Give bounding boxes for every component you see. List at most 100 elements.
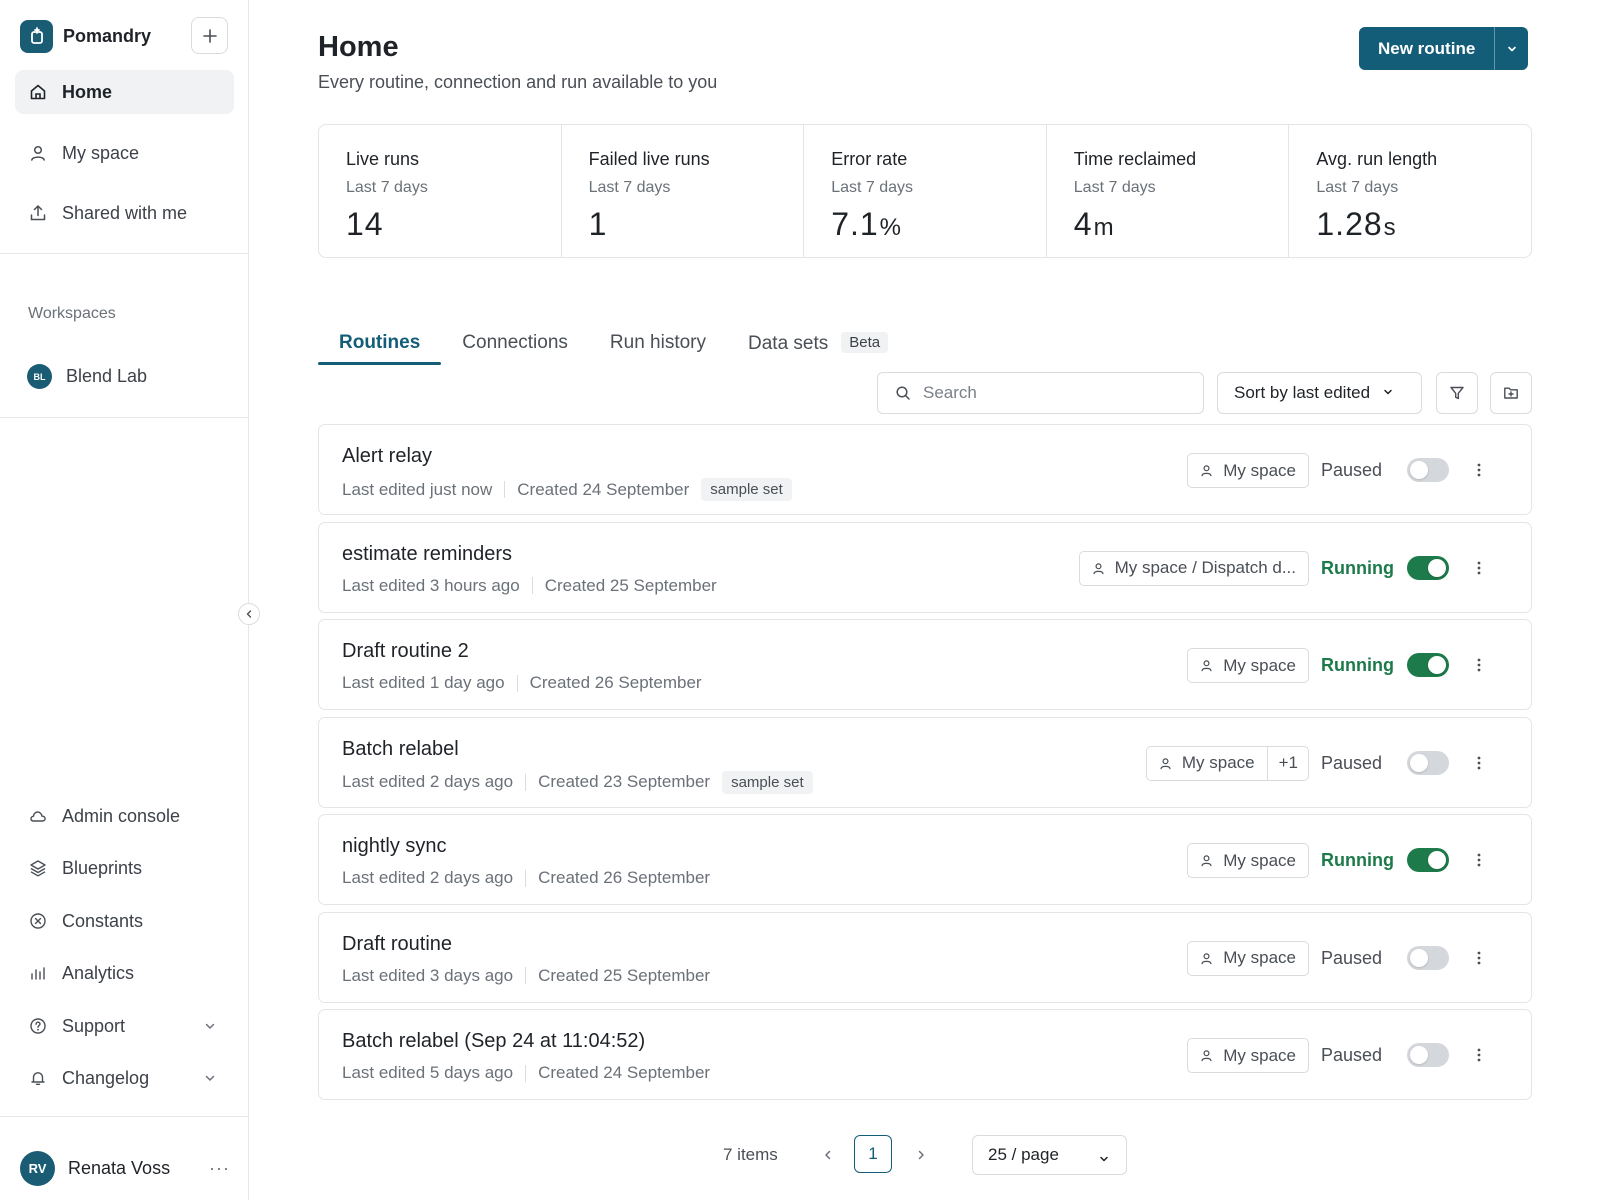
tab-data-sets[interactable]: Data sets Beta	[727, 325, 909, 365]
meta-divider	[516, 674, 518, 692]
nav-item-label: Blueprints	[62, 857, 143, 878]
tab-connections[interactable]: Connections	[441, 325, 589, 365]
folder-plus-icon	[1504, 387, 1518, 399]
routine-row[interactable]: Batch relabel Last edited 2 days ago Creat…	[318, 716, 1532, 808]
space-label: My space	[1223, 850, 1296, 870]
routine-row[interactable]: Batch relabel (Sep 24 at 11:04:52) Last e…	[318, 1009, 1532, 1100]
brand[interactable]: Pomandry	[20, 19, 151, 53]
previous-page-button[interactable]	[815, 1135, 841, 1175]
tab-run-history[interactable]: Run history	[589, 325, 727, 365]
space-chip[interactable]: My space	[1187, 648, 1309, 683]
page-number-button[interactable]: 1	[854, 1135, 892, 1173]
nav-item-support[interactable]: Support	[15, 1004, 234, 1048]
routine-row[interactable]: Draft routine 2 Last edited 1 day ago Crea…	[318, 619, 1532, 710]
space-chip[interactable]: My space	[1187, 453, 1309, 488]
nav-item-changelog[interactable]: Changelog	[15, 1056, 234, 1100]
routine-row[interactable]: estimate reminders Last edited 3 hours ag…	[318, 521, 1532, 613]
status-toggle[interactable]	[1407, 945, 1449, 970]
add-button[interactable]	[191, 17, 228, 54]
routine-name[interactable]: Batch relabel	[342, 738, 459, 761]
nav-item-shared-with-me[interactable]: Shared with me	[15, 191, 234, 235]
stat-card: Avg. run length Last 7 days 1.28s	[1288, 125, 1531, 257]
workspace-item[interactable]: BL Blend Lab	[27, 364, 147, 389]
bar-chart-icon	[29, 964, 47, 982]
routine-name[interactable]: Alert relay	[342, 445, 432, 468]
space-chip[interactable]: My space	[1187, 940, 1309, 976]
page-size-select[interactable]: 25 / page	[972, 1135, 1127, 1175]
status-toggle[interactable]	[1407, 555, 1449, 580]
stat-title: Live runs	[346, 149, 420, 169]
created-text: Created 24 September	[517, 479, 690, 499]
routine-name[interactable]: Batch relabel (Sep 24 at 11:04:52)	[342, 1030, 645, 1053]
page-size-label: 25 / page	[988, 1145, 1059, 1164]
routine-row[interactable]: Alert relay Last edited just now Created 2…	[318, 424, 1532, 515]
space-chip[interactable]: My space	[1187, 1038, 1309, 1073]
routine-name[interactable]: estimate reminders	[342, 543, 512, 566]
stat-unit: s	[1383, 214, 1397, 241]
collapse-sidebar-button[interactable]	[238, 603, 260, 625]
new-routine-split-button: New routine	[1359, 27, 1529, 70]
nav-item-label: Analytics	[62, 962, 135, 983]
more-options-icon[interactable]	[1469, 948, 1489, 968]
workspaces-label: Workspaces	[28, 305, 116, 322]
nav-item-label: Admin console	[62, 805, 181, 826]
stat-card: Failed live runs Last 7 days 1	[560, 125, 804, 257]
new-routine-dropdown-button[interactable]	[1494, 27, 1528, 70]
nav-item-analytics[interactable]: Analytics	[15, 951, 234, 995]
space-label: My space	[1223, 1045, 1296, 1065]
routine-meta: Last edited 2 days ago Created 23 Septemb…	[342, 770, 813, 794]
nav-item-my-space[interactable]: My space	[15, 131, 234, 175]
filter-button[interactable]	[1436, 372, 1478, 414]
last-edited-text: Last edited just now	[342, 479, 493, 499]
tab-routines[interactable]: Routines	[318, 325, 442, 365]
more-options-icon[interactable]: ···	[209, 1158, 230, 1179]
last-edited-text: Last edited 3 days ago	[342, 965, 514, 985]
status-toggle[interactable]	[1407, 750, 1449, 775]
sort-dropdown[interactable]: Sort by last edited	[1217, 372, 1422, 414]
routine-meta: Last edited 1 day ago Created 26 Septembe…	[342, 673, 702, 693]
status-toggle[interactable]	[1407, 458, 1449, 482]
new-routine-button[interactable]: New routine	[1359, 27, 1494, 70]
next-page-button[interactable]	[908, 1135, 934, 1175]
nav-item-constants[interactable]: Constants	[15, 899, 234, 943]
meta-divider	[525, 869, 527, 887]
more-options-icon[interactable]	[1469, 753, 1489, 773]
nav-item-blueprints[interactable]: Blueprints	[15, 846, 234, 890]
routine-meta: Last edited 2 days ago Created 26 Septemb…	[342, 868, 710, 888]
stat-value: 14	[346, 206, 561, 243]
more-options-icon[interactable]	[1469, 655, 1489, 675]
more-options-icon[interactable]	[1469, 558, 1489, 578]
search-input[interactable]	[923, 383, 1173, 403]
space-chip[interactable]: My space / Dispatch d...	[1078, 550, 1309, 586]
routine-row[interactable]: Draft routine Last edited 3 days ago Creat…	[318, 911, 1532, 1003]
chevron-down-icon	[1098, 1150, 1110, 1170]
more-options-icon[interactable]	[1469, 1045, 1489, 1065]
routine-name[interactable]: nightly sync	[342, 835, 447, 858]
more-options-icon[interactable]	[1469, 460, 1489, 480]
stat-title: Failed live runs	[588, 149, 710, 169]
stat-value: 4m	[1074, 206, 1289, 243]
bell-icon	[29, 1069, 47, 1087]
user-profile[interactable]: RV Renata Voss ···	[20, 1151, 230, 1186]
nav-item-admin-console[interactable]: Admin console	[15, 794, 234, 838]
stats-panel: Live runs Last 7 days 14 Failed live run…	[318, 124, 1532, 258]
space-chip[interactable]: My space	[1187, 843, 1309, 878]
space-chip[interactable]: My space +1	[1145, 745, 1309, 781]
routine-row[interactable]: nightly sync Last edited 2 days ago Create…	[318, 814, 1532, 905]
nav-item-home[interactable]: Home	[15, 70, 234, 114]
x-circle-icon	[29, 912, 47, 930]
routine-name[interactable]: Draft routine 2	[342, 640, 469, 663]
status-toggle[interactable]	[1407, 1043, 1449, 1067]
sidebar: Pomandry Home My space Shared with me Wo…	[0, 0, 249, 1200]
created-text: Created 24 September	[538, 1063, 711, 1082]
status-toggle[interactable]	[1407, 848, 1449, 872]
more-options-icon[interactable]	[1469, 850, 1489, 870]
sidebar-divider	[0, 1116, 248, 1117]
person-icon	[1200, 952, 1213, 965]
new-folder-button[interactable]	[1490, 372, 1532, 414]
meta-divider	[525, 1064, 527, 1082]
nav-item-label: My space	[62, 142, 140, 163]
stat-unit: %	[879, 214, 903, 241]
status-toggle[interactable]	[1407, 653, 1449, 677]
routine-name[interactable]: Draft routine	[342, 933, 452, 956]
